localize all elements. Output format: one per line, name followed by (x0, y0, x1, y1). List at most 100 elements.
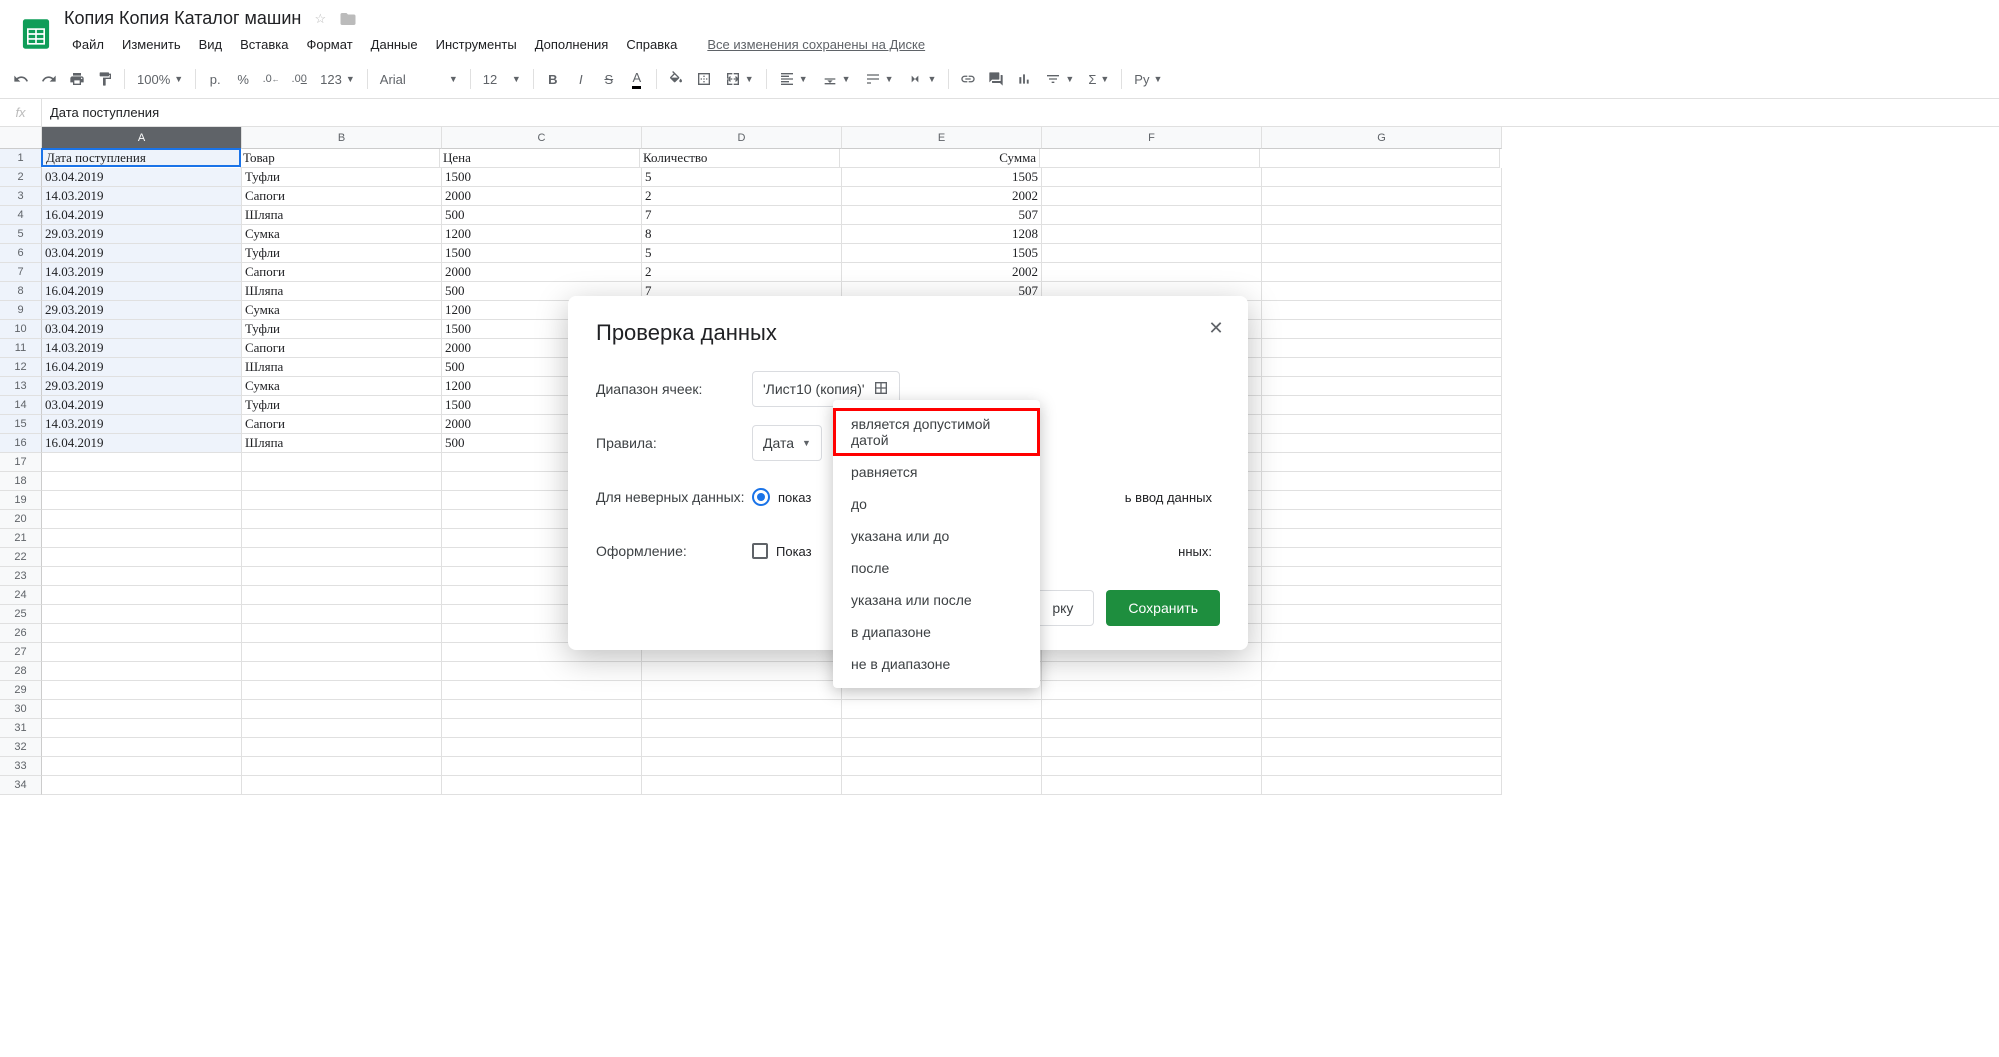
cell[interactable]: 2000 (442, 187, 642, 206)
cell[interactable] (242, 643, 442, 662)
cell[interactable] (442, 776, 642, 795)
cell[interactable] (242, 548, 442, 567)
cell[interactable] (42, 548, 242, 567)
cell[interactable] (42, 738, 242, 757)
menu-edit[interactable]: Изменить (114, 33, 189, 56)
cell[interactable]: 16.04.2019 (42, 282, 242, 301)
cell[interactable] (1262, 491, 1502, 510)
cell[interactable] (1042, 662, 1262, 681)
cell[interactable] (1262, 225, 1502, 244)
cell[interactable]: Сумка (242, 301, 442, 320)
cell[interactable] (1042, 244, 1262, 263)
cell[interactable]: Сумка (242, 225, 442, 244)
cell[interactable] (642, 757, 842, 776)
cell[interactable]: 03.04.2019 (42, 320, 242, 339)
row-header[interactable]: 15 (0, 415, 42, 434)
cell[interactable]: Товар (240, 149, 440, 168)
row-header[interactable]: 2 (0, 168, 42, 187)
cell[interactable] (242, 510, 442, 529)
italic-icon[interactable]: I (568, 66, 594, 92)
cell[interactable]: 1505 (842, 168, 1042, 187)
cell[interactable] (1262, 738, 1502, 757)
cell[interactable]: 29.03.2019 (42, 377, 242, 396)
cell[interactable] (242, 567, 442, 586)
cell[interactable] (1042, 168, 1262, 187)
cell[interactable] (842, 757, 1042, 776)
cell[interactable]: Количество (640, 149, 840, 168)
cell[interactable]: 500 (442, 206, 642, 225)
cell[interactable] (1262, 396, 1502, 415)
cell[interactable] (242, 586, 442, 605)
remove-validation-button[interactable]: рку (1031, 590, 1094, 626)
cell[interactable] (1042, 700, 1262, 719)
rotate-dropdown[interactable]: ▼ (901, 66, 942, 92)
cell[interactable] (842, 700, 1042, 719)
cell[interactable] (42, 757, 242, 776)
cell[interactable] (242, 776, 442, 795)
cell[interactable]: 1200 (442, 225, 642, 244)
row-header[interactable]: 17 (0, 453, 42, 472)
chart-icon[interactable] (1011, 66, 1037, 92)
row-header[interactable]: 33 (0, 757, 42, 776)
cell[interactable]: 1500 (442, 244, 642, 263)
halign-dropdown[interactable]: ▼ (773, 66, 814, 92)
cell[interactable] (1042, 187, 1262, 206)
cell[interactable]: Сапоги (242, 415, 442, 434)
row-header[interactable]: 22 (0, 548, 42, 567)
cell[interactable] (42, 643, 242, 662)
option-not-between[interactable]: не в диапазоне (833, 648, 1040, 680)
cell[interactable] (242, 453, 442, 472)
cell[interactable]: 14.03.2019 (42, 263, 242, 282)
zoom-dropdown[interactable]: 100%▼ (131, 66, 189, 92)
cell[interactable] (1262, 168, 1502, 187)
row-header[interactable]: 20 (0, 510, 42, 529)
folder-icon[interactable] (339, 10, 357, 28)
cell[interactable]: 29.03.2019 (42, 225, 242, 244)
cell[interactable]: 2 (642, 263, 842, 282)
cell[interactable] (1262, 415, 1502, 434)
cell[interactable] (1262, 301, 1502, 320)
cell[interactable]: Сумма (840, 149, 1040, 168)
cell[interactable]: 14.03.2019 (42, 415, 242, 434)
cell[interactable] (242, 738, 442, 757)
column-header-D[interactable]: D (642, 127, 842, 149)
cell[interactable] (1042, 681, 1262, 700)
row-header[interactable]: 9 (0, 301, 42, 320)
paint-format-icon[interactable] (92, 66, 118, 92)
cell[interactable] (1042, 206, 1262, 225)
fill-color-icon[interactable] (663, 66, 689, 92)
star-icon[interactable]: ☆ (311, 10, 329, 28)
cell[interactable] (1262, 548, 1502, 567)
row-header[interactable]: 21 (0, 529, 42, 548)
cell[interactable]: 16.04.2019 (42, 434, 242, 453)
filter-dropdown[interactable]: ▼ (1039, 66, 1080, 92)
cell[interactable] (42, 605, 242, 624)
formula-input[interactable]: Дата поступления (42, 105, 1999, 120)
cell[interactable]: 14.03.2019 (42, 187, 242, 206)
cell[interactable] (1262, 643, 1502, 662)
cell[interactable]: 7 (642, 206, 842, 225)
cell[interactable] (1262, 320, 1502, 339)
cell[interactable]: 2002 (842, 263, 1042, 282)
cell[interactable] (42, 567, 242, 586)
cell[interactable]: 507 (842, 206, 1042, 225)
cell[interactable]: Туфли (242, 396, 442, 415)
option-on-or-before[interactable]: указана или до (833, 520, 1040, 552)
option-between[interactable]: в диапазоне (833, 616, 1040, 648)
cell[interactable] (1042, 719, 1262, 738)
cell[interactable]: Сапоги (242, 339, 442, 358)
cell[interactable]: Туфли (242, 244, 442, 263)
row-header[interactable]: 34 (0, 776, 42, 795)
cell[interactable]: 29.03.2019 (42, 301, 242, 320)
menu-help[interactable]: Справка (618, 33, 685, 56)
cell[interactable] (242, 529, 442, 548)
cell[interactable] (42, 624, 242, 643)
close-icon[interactable]: ✕ (1202, 314, 1230, 342)
row-header[interactable]: 26 (0, 624, 42, 643)
cell[interactable] (1042, 757, 1262, 776)
cell[interactable] (1260, 149, 1500, 168)
option-valid-date[interactable]: является допустимой датой (833, 408, 1040, 456)
option-after[interactable]: после (833, 552, 1040, 584)
cell[interactable] (1262, 776, 1502, 795)
cell[interactable] (1042, 263, 1262, 282)
